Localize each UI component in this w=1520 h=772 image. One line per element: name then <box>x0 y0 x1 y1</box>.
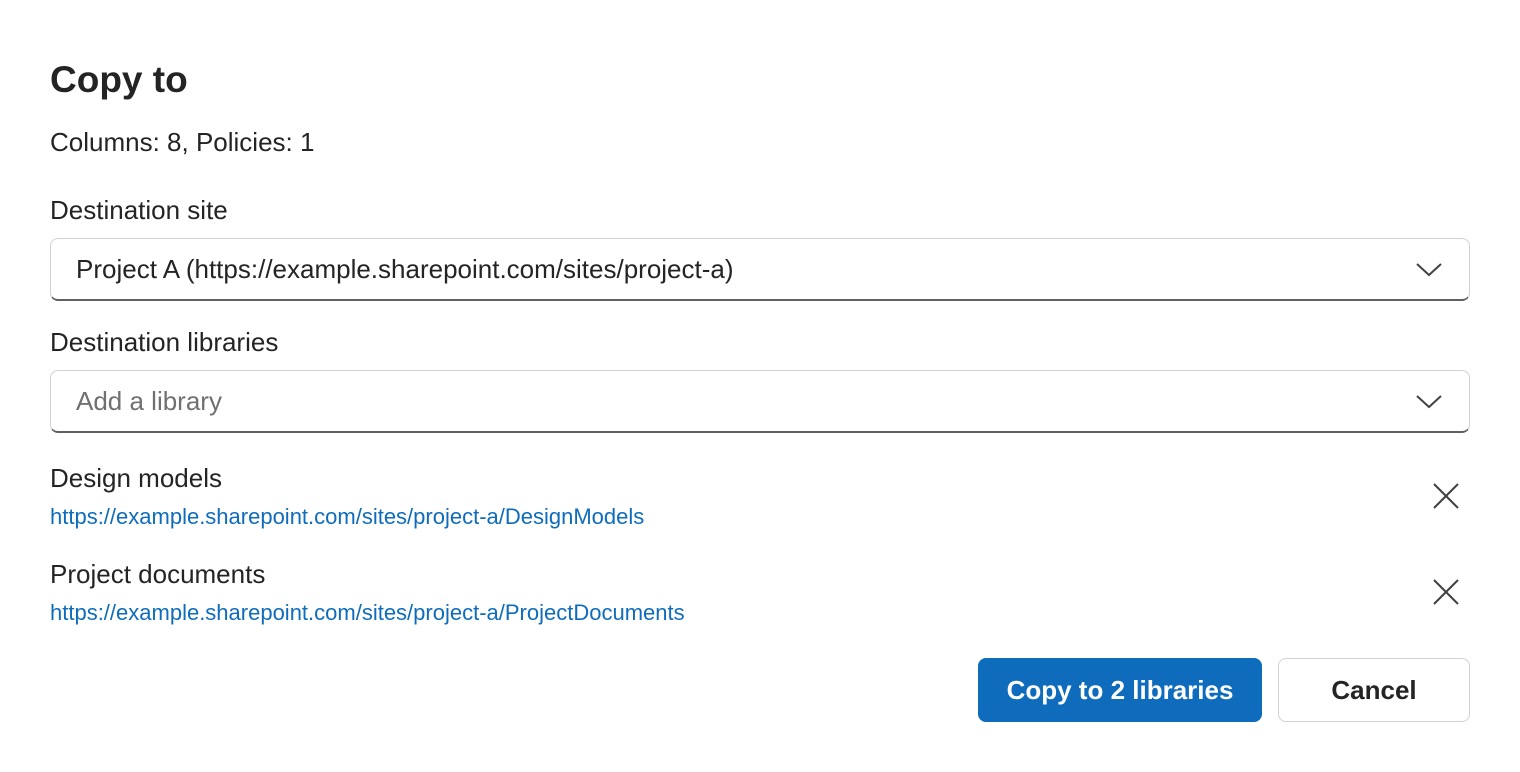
destination-libraries-dropdown[interactable]: Add a library <box>50 370 1470 433</box>
library-url-link[interactable]: https://example.sharepoint.com/sites/pro… <box>50 503 644 531</box>
library-name: Project documents <box>50 559 266 589</box>
dialog-title: Copy to <box>50 59 188 100</box>
chevron-down-icon <box>1415 258 1443 280</box>
selected-library-item: Design models https://example.sharepoint… <box>50 462 1470 542</box>
library-name: Design models <box>50 463 222 493</box>
destination-site-value: Project A (https://example.sharepoint.co… <box>76 254 734 284</box>
add-library-placeholder: Add a library <box>76 386 222 416</box>
destination-libraries-label: Destination libraries <box>50 327 279 357</box>
copy-to-libraries-button[interactable]: Copy to 2 libraries <box>978 658 1262 722</box>
destination-site-label: Destination site <box>50 195 228 225</box>
cancel-button[interactable]: Cancel <box>1278 658 1470 722</box>
remove-library-button[interactable] <box>1426 476 1466 516</box>
close-icon <box>1426 482 1466 510</box>
remove-library-button[interactable] <box>1426 572 1466 612</box>
selected-library-item: Project documents https://example.sharep… <box>50 558 1470 638</box>
dialog-summary: Columns: 8, Policies: 1 <box>50 127 315 157</box>
close-icon <box>1426 578 1466 606</box>
destination-site-dropdown[interactable]: Project A (https://example.sharepoint.co… <box>50 238 1470 301</box>
library-url-link[interactable]: https://example.sharepoint.com/sites/pro… <box>50 599 685 627</box>
chevron-down-icon <box>1415 390 1443 412</box>
copy-to-dialog: Copy to Columns: 8, Policies: 1 Destinat… <box>0 0 1520 772</box>
